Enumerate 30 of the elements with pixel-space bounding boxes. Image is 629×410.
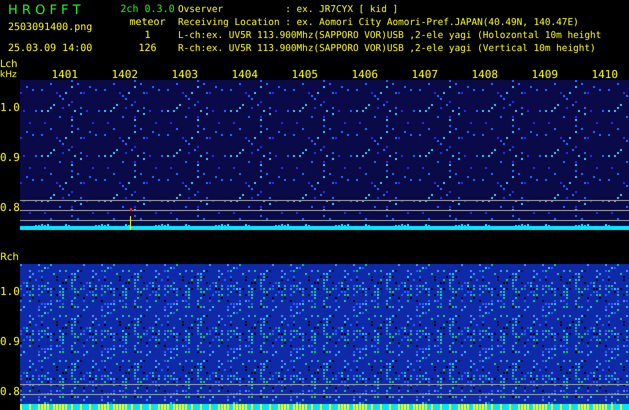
station-info-line: Ovserver : ex. JR7CYX [ kid ] — [178, 3, 400, 16]
time-label: 1403 — [172, 70, 198, 80]
channel-label: Rch — [0, 252, 19, 264]
meteor-label: meteor — [129, 16, 166, 29]
station-info-line: Receiving Location : ex. Aomori City Aomori-Pref.JAPAN(40.49N, 140.47E) — [178, 16, 580, 29]
time-label: 1406 — [352, 70, 378, 80]
app-title: H R O F F T — [8, 3, 82, 18]
time-label: 1408 — [472, 70, 498, 80]
version-label: 2ch 0.3.0 — [120, 3, 175, 16]
file-name: 2503091400.png — [8, 21, 94, 34]
time-label: 1401 — [52, 70, 78, 80]
time-label: 1409 — [532, 70, 558, 80]
time-label: 1410 — [592, 70, 618, 80]
time-label: 1405 — [292, 70, 318, 80]
frequency-label: 0.8 — [0, 201, 20, 214]
datetime: 25.03.09 14:00 — [8, 42, 94, 55]
station-info-line: R-ch:ex. UV5R 113.900Mhz(SAPPORO VOR)USB ,2-ele yagi (Vertical 10m height) — [178, 42, 597, 55]
frequency-label: 1.0 — [0, 285, 20, 298]
station-info-line: L-ch:ex. UV5R 113.900Mhz(SAPPORO VOR)USB ,2-ele yagi (Holozontal 10m height — [178, 29, 602, 42]
time-label: 1402 — [112, 70, 138, 80]
frequency-label: 0.9 — [0, 151, 20, 164]
unit-label: kHz — [0, 70, 18, 80]
channel-label: Lch — [0, 60, 18, 70]
time-label: 1407 — [412, 70, 438, 80]
time-label: 1404 — [232, 70, 258, 80]
frequency-label: 0.8 — [0, 385, 20, 398]
meteor-count: 1 — [144, 29, 151, 42]
frequency-label: 0.9 — [0, 335, 20, 348]
frequency-label: 1.0 — [0, 101, 20, 114]
meteor-count: 126 — [138, 42, 157, 55]
